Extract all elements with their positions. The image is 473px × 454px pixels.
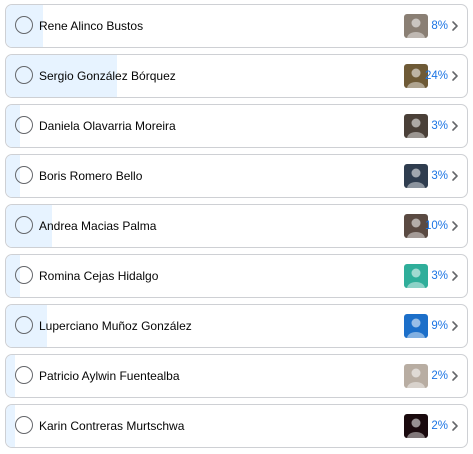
- chevron-right-icon[interactable]: [450, 369, 460, 383]
- poll-option[interactable]: Daniela Olavarria Moreira 3%: [5, 104, 468, 148]
- radio-button[interactable]: [15, 366, 33, 384]
- radio-button[interactable]: [15, 66, 33, 84]
- option-label: Karin Contreras Murtschwa: [39, 419, 185, 433]
- radio-button[interactable]: [15, 416, 33, 434]
- chevron-right-icon[interactable]: [450, 269, 460, 283]
- vote-percentage: 3%: [431, 170, 448, 182]
- poll-option[interactable]: Patricio Aylwin Fuentealba 2%: [5, 354, 468, 398]
- vote-percentage: 10%: [424, 220, 448, 232]
- vote-percentage: 2%: [431, 370, 448, 382]
- chevron-right-icon[interactable]: [450, 319, 460, 333]
- radio-button[interactable]: [15, 16, 33, 34]
- option-label: Daniela Olavarria Moreira: [39, 119, 176, 133]
- voter-avatar-icon: [403, 413, 429, 439]
- option-label: Rene Alinco Bustos: [39, 19, 144, 33]
- vote-percentage: 9%: [431, 320, 448, 332]
- option-label: Luperciano Muñoz González: [39, 319, 192, 333]
- chevron-right-icon[interactable]: [450, 119, 460, 133]
- voter-avatar-icon: [403, 313, 429, 339]
- chevron-right-icon[interactable]: [450, 69, 460, 83]
- poll-options-list: Rene Alinco Bustos 8% Sergio González Bó…: [5, 4, 468, 454]
- voter-avatars[interactable]: [403, 413, 429, 439]
- voter-avatars[interactable]: [403, 313, 429, 339]
- radio-button[interactable]: [15, 266, 33, 284]
- voter-avatars[interactable]: [403, 163, 429, 189]
- poll-option[interactable]: Karin Contreras Murtschwa 2%: [5, 404, 468, 448]
- voter-avatars[interactable]: [403, 363, 429, 389]
- radio-button[interactable]: [15, 116, 33, 134]
- voter-avatar-icon: [403, 363, 429, 389]
- voter-avatar-icon: [403, 13, 429, 39]
- radio-button[interactable]: [15, 316, 33, 334]
- voter-avatars[interactable]: [403, 13, 429, 39]
- poll-option[interactable]: Rene Alinco Bustos 8%: [5, 4, 468, 48]
- voter-avatar-icon: [403, 113, 429, 139]
- chevron-right-icon[interactable]: [450, 219, 460, 233]
- poll-option[interactable]: Boris Romero Bello 3%: [5, 154, 468, 198]
- voter-avatars[interactable]: [403, 263, 429, 289]
- poll-option[interactable]: Andrea Macias Palma 10%: [5, 204, 468, 248]
- result-bar: [6, 405, 16, 447]
- result-bar: [6, 355, 16, 397]
- vote-percentage: 24%: [424, 70, 448, 82]
- chevron-right-icon[interactable]: [450, 419, 460, 433]
- radio-button[interactable]: [15, 216, 33, 234]
- poll-option[interactable]: Romina Cejas Hidalgo 3%: [5, 254, 468, 298]
- option-label: Romina Cejas Hidalgo: [39, 269, 159, 283]
- option-label: Andrea Macias Palma: [39, 219, 157, 233]
- option-label: Sergio González Bórquez: [39, 69, 176, 83]
- vote-percentage: 3%: [431, 270, 448, 282]
- vote-percentage: 3%: [431, 120, 448, 132]
- option-label: Patricio Aylwin Fuentealba: [39, 369, 180, 383]
- poll-option[interactable]: Sergio González Bórquez 24%: [5, 54, 468, 98]
- voter-avatar-icon: [403, 263, 429, 289]
- radio-button[interactable]: [15, 166, 33, 184]
- voter-avatar-icon: [403, 163, 429, 189]
- option-label: Boris Romero Bello: [39, 169, 143, 183]
- voter-avatars[interactable]: [403, 113, 429, 139]
- poll-option[interactable]: Luperciano Muñoz González 9%: [5, 304, 468, 348]
- vote-percentage: 2%: [431, 420, 448, 432]
- chevron-right-icon[interactable]: [450, 169, 460, 183]
- chevron-right-icon[interactable]: [450, 19, 460, 33]
- vote-percentage: 8%: [431, 20, 448, 32]
